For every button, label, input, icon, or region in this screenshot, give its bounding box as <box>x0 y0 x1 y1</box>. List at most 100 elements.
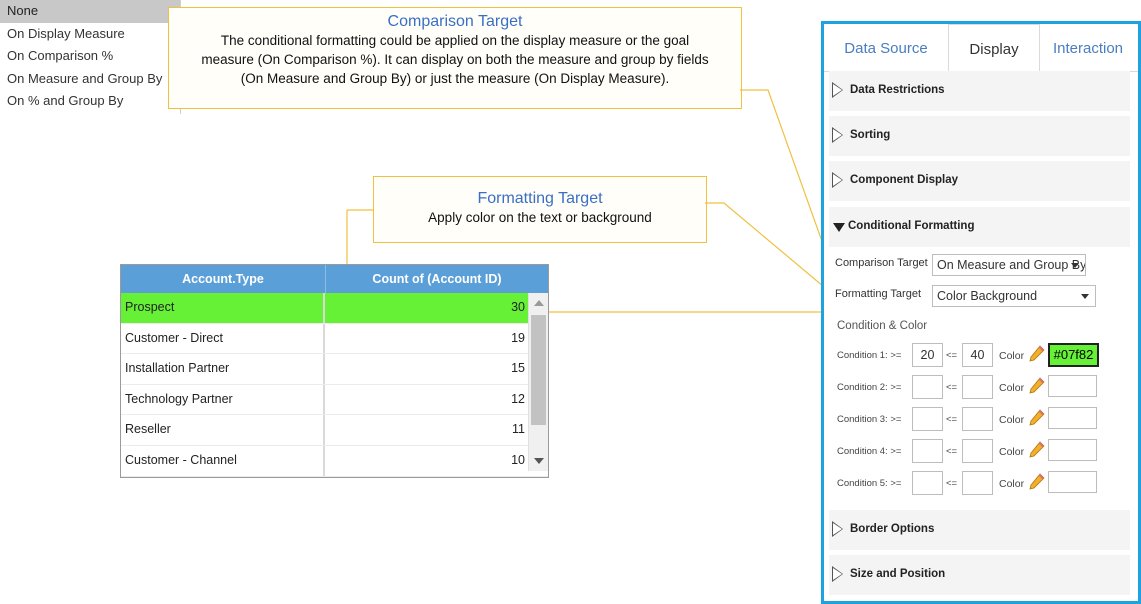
formatting-target-select[interactable]: Color Background <box>932 285 1096 307</box>
formatting-target-callout: Formatting Target Apply color on the tex… <box>373 176 707 243</box>
condition-label: Condition 2: >= <box>837 382 902 393</box>
tab-interaction[interactable]: Interaction <box>1038 24 1138 71</box>
color-label: Color <box>999 478 1025 490</box>
table-row[interactable]: Prospect 30 <box>121 293 548 324</box>
properties-panel: Data Source Display Interaction Data Res… <box>821 21 1141 604</box>
section-label: Component Display <box>850 174 958 186</box>
condition-max-input[interactable]: 40 <box>962 343 993 367</box>
section-label: Data Restrictions <box>850 84 945 96</box>
cell-account-type: Technology Partner <box>121 384 325 415</box>
callout-text: Apply color on the text or background <box>428 210 652 225</box>
section-label: Sorting <box>850 129 891 141</box>
condition-max-input[interactable] <box>962 375 993 399</box>
comparison-target-callout: Comparison Target The conditional format… <box>168 7 742 109</box>
less-equal-label: <= <box>946 382 958 393</box>
cell-count: 12 <box>511 391 525 406</box>
panel-tabs: Data Source Display Interaction <box>824 24 1138 72</box>
option-on-display-measure[interactable]: On Display Measure <box>0 23 180 46</box>
pencil-icon[interactable] <box>1029 441 1045 462</box>
expand-arrow-inner <box>833 568 842 580</box>
option-on-measure-and-group-by[interactable]: On Measure and Group By <box>0 68 180 91</box>
condition-max-input[interactable] <box>962 439 993 463</box>
cell-account-type: Customer - Direct <box>121 323 325 354</box>
condition-min-input[interactable] <box>912 375 943 399</box>
table-row[interactable]: Technology Partner 12 <box>121 384 548 416</box>
pencil-icon[interactable] <box>1029 409 1045 430</box>
color-label: Color <box>999 350 1025 362</box>
cell-account-type: Installation Partner <box>121 354 325 384</box>
grid-body: Prospect 30 Customer - Direct 19 Install… <box>121 293 548 477</box>
condition-label: Condition 4: >= <box>837 446 902 457</box>
scroll-up-arrow-icon[interactable] <box>534 300 544 306</box>
cell-count: 10 <box>511 452 525 467</box>
condition-label: Condition 5: >= <box>837 478 902 489</box>
less-equal-label: <= <box>946 350 958 361</box>
color-label: Color <box>999 414 1025 426</box>
section-size-and-position[interactable]: Size and Position <box>829 555 1130 595</box>
section-data-restrictions[interactable]: Data Restrictions <box>829 71 1130 111</box>
section-sorting[interactable]: Sorting <box>829 116 1130 156</box>
table-row[interactable]: Customer - Direct 19 <box>121 323 548 355</box>
grid-scrollbar[interactable] <box>528 293 548 471</box>
section-border-options[interactable]: Border Options <box>829 510 1130 550</box>
callout-title: Formatting Target <box>477 190 603 207</box>
scroll-down-arrow-icon[interactable] <box>534 458 544 464</box>
table-row[interactable]: Customer - Channel 10 <box>121 445 548 477</box>
condition-label: Condition 3: >= <box>837 414 902 425</box>
condition-min-input[interactable]: 20 <box>912 343 943 367</box>
formatting-target-label: Formatting Target <box>835 288 922 300</box>
cell-count: 15 <box>511 361 525 376</box>
pencil-icon[interactable] <box>1029 345 1045 366</box>
condition-min-input[interactable] <box>912 439 943 463</box>
condition-color-title: Condition & Color <box>837 320 928 332</box>
option-none[interactable]: None <box>0 0 180 23</box>
cell-account-type: Customer - Channel <box>121 445 325 476</box>
color-input[interactable] <box>1048 407 1097 429</box>
pencil-icon[interactable] <box>1029 377 1045 398</box>
option-on-percent-and-group-by[interactable]: On % and Group By <box>0 90 180 113</box>
section-label: Conditional Formatting <box>848 220 975 232</box>
chevron-down-icon <box>1081 294 1089 299</box>
formatting-target-value: Color Background <box>937 289 1038 303</box>
color-input[interactable] <box>1048 471 1097 493</box>
condition-min-input[interactable] <box>912 471 943 495</box>
cell-count: 19 <box>511 330 525 345</box>
condition-max-input[interactable] <box>962 471 993 495</box>
option-on-comparison-percent[interactable]: On Comparison % <box>0 45 180 68</box>
tab-display[interactable]: Display <box>948 24 1040 72</box>
column-header-account-type[interactable]: Account.Type <box>121 265 326 293</box>
scroll-thumb[interactable] <box>531 315 546 425</box>
color-label: Color <box>999 382 1025 394</box>
account-type-grid: Account.Type Count of (Account ID) Prosp… <box>120 264 549 478</box>
column-header-count[interactable]: Count of (Account ID) <box>326 265 548 293</box>
section-conditional-formatting[interactable]: Conditional Formatting <box>829 207 1130 247</box>
condition-min-input[interactable] <box>912 407 943 431</box>
callout-line: measure (On Comparison %). It can displa… <box>201 52 709 67</box>
callout-title: Comparison Target <box>387 13 523 30</box>
less-equal-label: <= <box>946 446 958 457</box>
expand-arrow-inner <box>833 84 842 96</box>
cell-count: 11 <box>512 422 525 437</box>
comparison-target-select[interactable]: On Measure and Group By <box>932 254 1086 276</box>
expand-arrow-inner <box>833 129 842 141</box>
color-input[interactable] <box>1048 375 1097 397</box>
section-component-display[interactable]: Component Display <box>829 161 1130 201</box>
condition-max-input[interactable] <box>962 407 993 431</box>
color-label: Color <box>999 446 1025 458</box>
tab-data-source[interactable]: Data Source <box>824 24 948 71</box>
table-row[interactable]: Reseller 11 <box>121 415 548 446</box>
collapse-arrow-icon <box>833 223 845 232</box>
cell-count: 30 <box>325 293 528 323</box>
pencil-icon[interactable] <box>1029 473 1045 494</box>
section-label: Border Options <box>850 523 935 535</box>
chevron-down-icon <box>1071 263 1079 268</box>
color-input[interactable] <box>1048 439 1097 461</box>
color-input[interactable]: #07f82 <box>1048 343 1099 367</box>
comparison-target-label: Comparison Target <box>835 257 928 269</box>
table-row[interactable]: Installation Partner 15 <box>121 354 548 385</box>
expand-arrow-inner <box>833 174 842 186</box>
connector-comparison <box>740 89 830 262</box>
section-label: Size and Position <box>850 568 946 580</box>
comparison-target-value: On Measure and Group By <box>937 258 1086 272</box>
callout-line: The conditional formatting could be appl… <box>220 33 690 48</box>
